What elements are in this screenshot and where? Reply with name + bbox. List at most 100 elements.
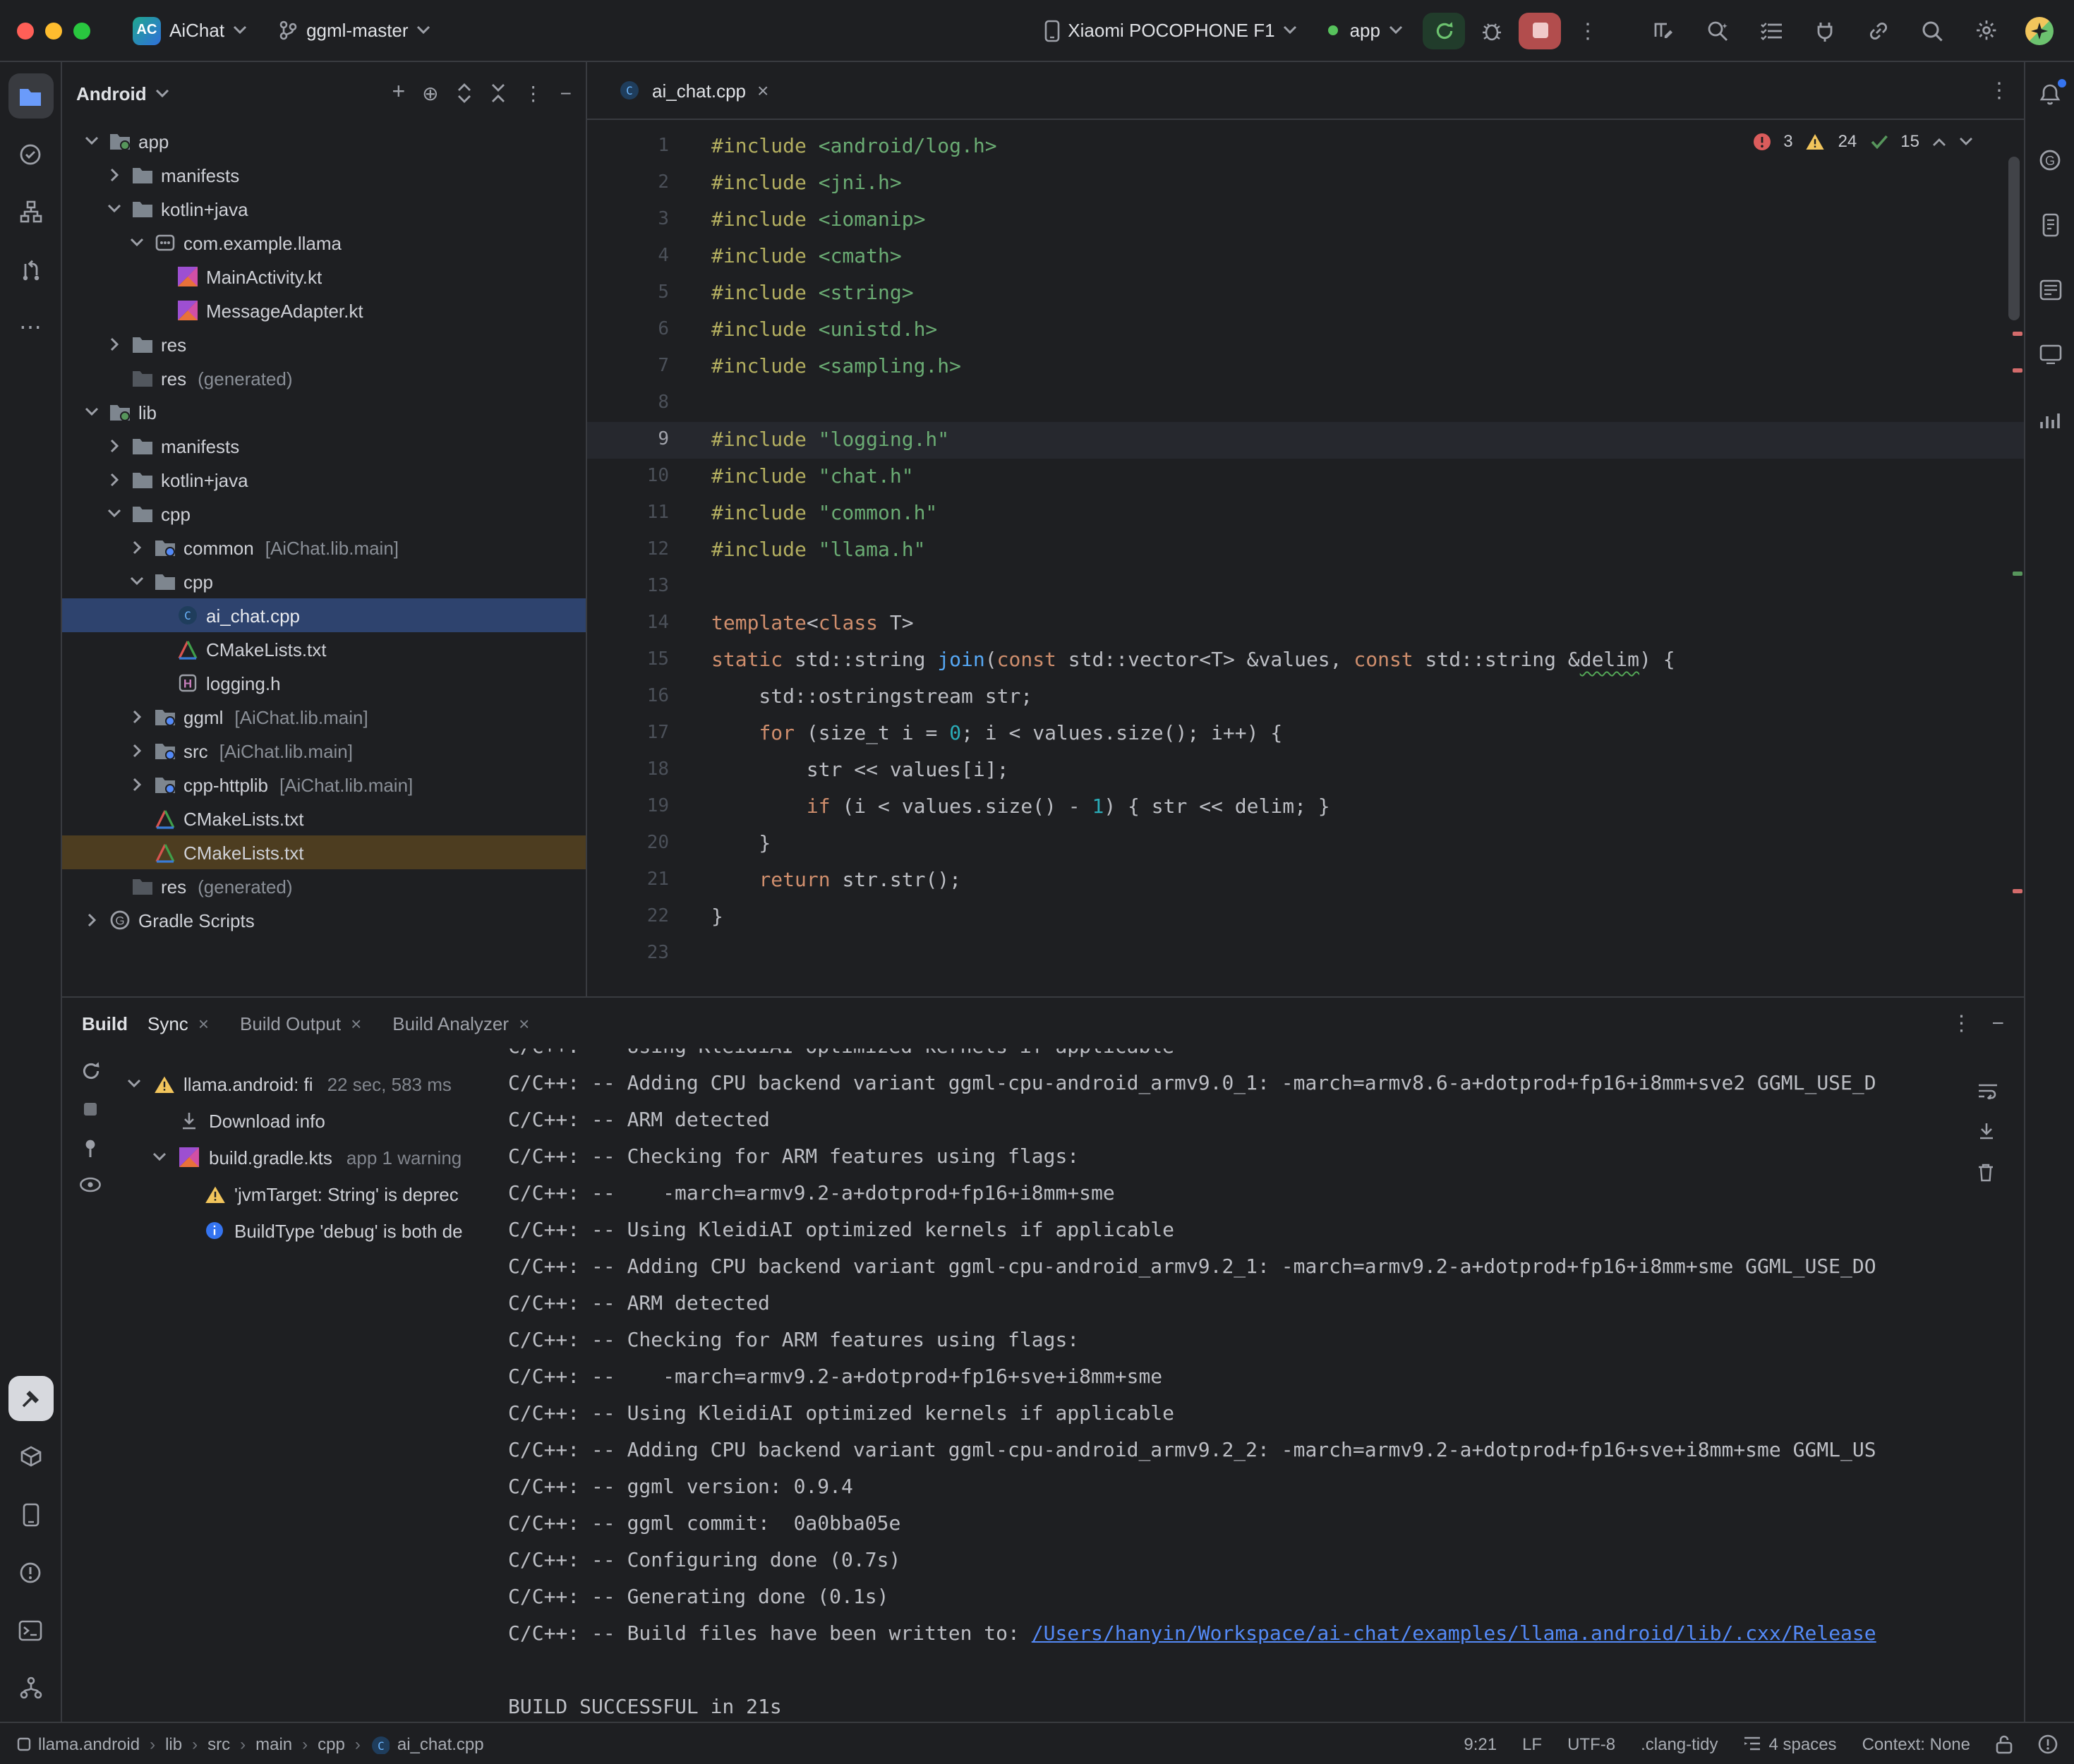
code-line[interactable]: 16 std::ostringstream str;	[587, 679, 2024, 715]
breadcrumb-item[interactable]: src	[207, 1734, 230, 1753]
clear-console-button[interactable]	[1977, 1163, 1998, 1183]
logcat-button[interactable]	[2032, 271, 2068, 308]
code-line[interactable]: 21 return str.str();	[587, 862, 2024, 899]
project-tree-item[interactable]: src[AiChat.lib.main]	[62, 734, 586, 768]
line-separator-widget[interactable]: LF	[1522, 1734, 1542, 1753]
tree-chevron-icon[interactable]	[104, 167, 124, 183]
code-line[interactable]: 20 }	[587, 826, 2024, 862]
inspections-widget[interactable]: 3 24 15	[1752, 131, 1973, 151]
code-line[interactable]: 7#include <sampling.h>	[587, 349, 2024, 385]
scroll-to-end-button[interactable]	[1977, 1122, 1998, 1140]
notifications-button[interactable]	[2032, 76, 2068, 113]
device-explorer-button[interactable]	[2032, 206, 2068, 243]
problems-tool-button[interactable]	[8, 1549, 53, 1595]
tree-chevron-icon[interactable]	[127, 237, 147, 248]
search-with-ai-button[interactable]	[1699, 12, 1736, 49]
tree-chevron-icon[interactable]	[104, 336, 124, 353]
panel-options-button[interactable]: ⋮	[524, 81, 543, 105]
project-tree-item[interactable]: MessageAdapter.kt	[62, 294, 586, 327]
device-manager-tool-button[interactable]	[8, 1492, 53, 1537]
search-everywhere-button[interactable]	[1914, 12, 1951, 49]
project-tree-item[interactable]: GGradle Scripts	[62, 903, 586, 937]
build-panel-title[interactable]: Build	[82, 1013, 128, 1034]
project-tree-item[interactable]: CMakeLists.txt	[62, 632, 586, 666]
code-line[interactable]: 12#include "llama.h"	[587, 532, 2024, 569]
project-tree-item[interactable]: res(generated)	[62, 869, 586, 903]
build-output-path-link[interactable]: /Users/hanyin/Workspace/ai-chat/examples…	[1032, 1623, 1876, 1645]
project-tree-item[interactable]: res	[62, 327, 586, 361]
code-line[interactable]: 17 for (size_t i = 0; i < values.size();…	[587, 715, 2024, 752]
running-devices-button[interactable]	[2032, 336, 2068, 373]
project-tree-item[interactable]: com.example.llama	[62, 226, 586, 260]
project-tree-item[interactable]: manifests	[62, 158, 586, 192]
tree-chevron-icon[interactable]	[82, 406, 102, 418]
soft-wrap-button[interactable]	[1977, 1082, 1998, 1099]
rerun-sync-button[interactable]	[80, 1060, 101, 1081]
zoom-window-button[interactable]	[73, 22, 90, 39]
build-tree-item[interactable]: Download info	[119, 1102, 497, 1139]
minimize-window-button[interactable]	[45, 22, 62, 39]
code-line[interactable]: 10#include "chat.h"	[587, 459, 2024, 495]
tree-chevron-icon[interactable]	[104, 471, 124, 488]
ai-assistant-button[interactable]	[1646, 12, 1682, 49]
project-switcher[interactable]: AC AiChat	[121, 11, 258, 50]
status-indicator-button[interactable]	[2038, 1734, 2058, 1753]
tab-build-output[interactable]: Build Output×	[229, 1007, 373, 1039]
write-access-toggle[interactable]	[1996, 1734, 2013, 1753]
build-console[interactable]: C/C++: -- Using KleidiAI optimized kerne…	[497, 1049, 2024, 1722]
code-line[interactable]: 18 str << values[i];	[587, 752, 2024, 789]
tree-chevron-icon[interactable]	[127, 576, 147, 587]
code-area[interactable]: 1#include <android/log.h>2#include <jni.…	[587, 120, 2024, 996]
code-line[interactable]: 13	[587, 569, 2024, 605]
project-tree-item[interactable]: res(generated)	[62, 361, 586, 395]
editor-scrollbar[interactable]	[2008, 157, 2020, 320]
project-tree-item[interactable]: CMakeLists.txt	[62, 835, 586, 869]
filter-button[interactable]	[79, 1177, 102, 1192]
project-tree-item[interactable]: common[AiChat.lib.main]	[62, 531, 586, 564]
tree-chevron-icon[interactable]	[82, 912, 102, 929]
project-tool-button[interactable]	[8, 73, 53, 119]
code-line[interactable]: 23	[587, 936, 2024, 972]
caret-position-widget[interactable]: 9:21	[1464, 1734, 1497, 1753]
collapse-all-button[interactable]	[490, 83, 507, 103]
app-insights-button[interactable]	[2032, 401, 2068, 437]
code-line[interactable]: 6#include <unistd.h>	[587, 312, 2024, 349]
close-icon[interactable]: ×	[351, 1013, 361, 1034]
more-actions-button[interactable]: ⋮	[1569, 12, 1606, 49]
build-tool-button[interactable]	[8, 1376, 53, 1421]
encoding-widget[interactable]: UTF-8	[1567, 1734, 1615, 1753]
error-stripe-mark[interactable]	[2013, 368, 2022, 373]
project-tree-item[interactable]: cpp	[62, 497, 586, 531]
project-tree-item[interactable]: Cai_chat.cpp	[62, 598, 586, 632]
indent-widget[interactable]: 4 spaces	[1744, 1734, 1837, 1753]
project-view-selector[interactable]: Android	[76, 83, 147, 104]
error-stripe-mark[interactable]	[2013, 332, 2022, 336]
code-line[interactable]: 9#include "logging.h"	[587, 422, 2024, 459]
code-style-widget[interactable]: .clang-tidy	[1641, 1734, 1718, 1753]
rerun-button[interactable]	[1423, 12, 1465, 49]
pin-button[interactable]	[80, 1137, 100, 1159]
context-widget[interactable]: Context: None	[1862, 1734, 1970, 1753]
next-problem-icon[interactable]	[1959, 136, 1973, 146]
tree-chevron-icon[interactable]	[104, 437, 124, 454]
tree-chevron-icon[interactable]	[104, 508, 124, 519]
build-tree-item[interactable]: 'jvmTarget: String' is deprec	[119, 1176, 497, 1212]
build-tree-item[interactable]: llama.android: fi22 sec, 583 ms	[119, 1065, 497, 1102]
tree-chevron-icon[interactable]	[127, 776, 147, 793]
plugins-button[interactable]	[1807, 12, 1843, 49]
breadcrumb-item[interactable]: main	[255, 1734, 292, 1753]
build-tree-item[interactable]: BuildType 'debug' is both de	[119, 1212, 497, 1249]
add-button[interactable]: +	[392, 80, 405, 106]
debug-button[interactable]	[1473, 12, 1510, 49]
version-control-tool-button[interactable]	[8, 1665, 53, 1710]
error-stripe-mark[interactable]	[2013, 889, 2022, 893]
breadcrumb-item[interactable]: llama.android	[17, 1734, 140, 1753]
hide-build-panel-button[interactable]: −	[1991, 1011, 2004, 1035]
change-stripe-mark[interactable]	[2013, 572, 2022, 576]
sync-button[interactable]	[1860, 12, 1897, 49]
locate-file-button[interactable]: ⊕	[422, 81, 438, 105]
code-line[interactable]: 19 if (i < values.size() - 1) { str << d…	[587, 789, 2024, 826]
code-line[interactable]: 15static std::string join(const std::vec…	[587, 642, 2024, 679]
breadcrumb-item[interactable]: lib	[165, 1734, 182, 1753]
project-tree-item[interactable]: app	[62, 124, 586, 158]
